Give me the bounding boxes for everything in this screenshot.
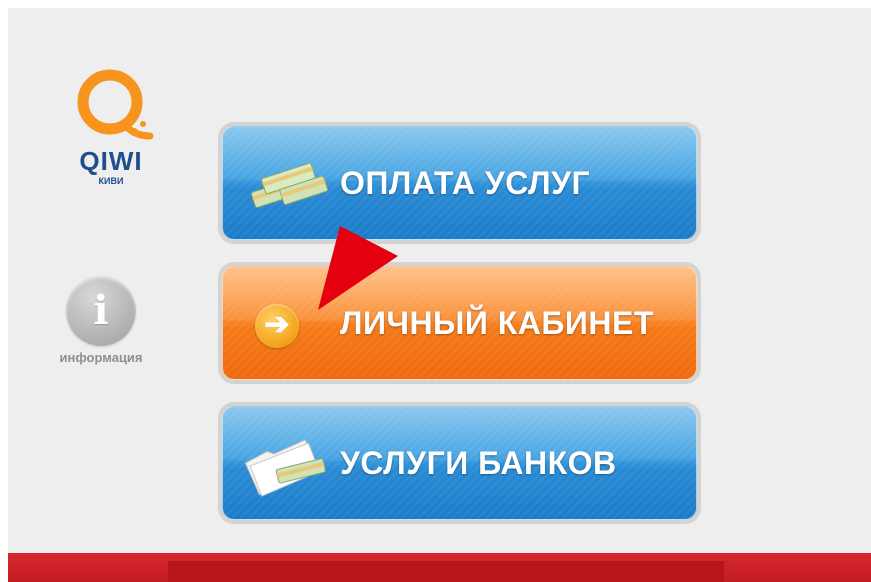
pay-services-button[interactable]: ОПЛАТА УСЛУГ: [218, 122, 701, 244]
logo-wordmark: QIWI: [79, 146, 143, 176]
pay-services-label: ОПЛАТА УСЛУГ: [340, 164, 591, 201]
red-pointer-arrow: [318, 226, 398, 310]
personal-cabinet-button[interactable]: ➔ ЛИЧНЫЙ КАБИНЕТ: [218, 262, 701, 384]
qiwi-ring-icon: [77, 69, 154, 140]
info-label: информация: [59, 350, 143, 365]
bank-services-label: УСЛУГИ БАНКОВ: [340, 444, 617, 481]
footer-panel: [168, 561, 724, 582]
folder-money-icon: [244, 439, 326, 497]
info-button[interactable]: i информация: [56, 276, 156, 376]
footer-bar: [8, 553, 871, 582]
logo-subtitle: КИВИ: [98, 176, 124, 186]
arrow-right-icon: ➔: [255, 304, 299, 348]
qiwi-logo: QIWI КИВИ: [72, 66, 162, 186]
bank-services-button[interactable]: УСЛУГИ БАНКОВ: [218, 402, 701, 524]
info-icon: i: [66, 276, 136, 346]
money-stack-icon: [250, 162, 329, 208]
